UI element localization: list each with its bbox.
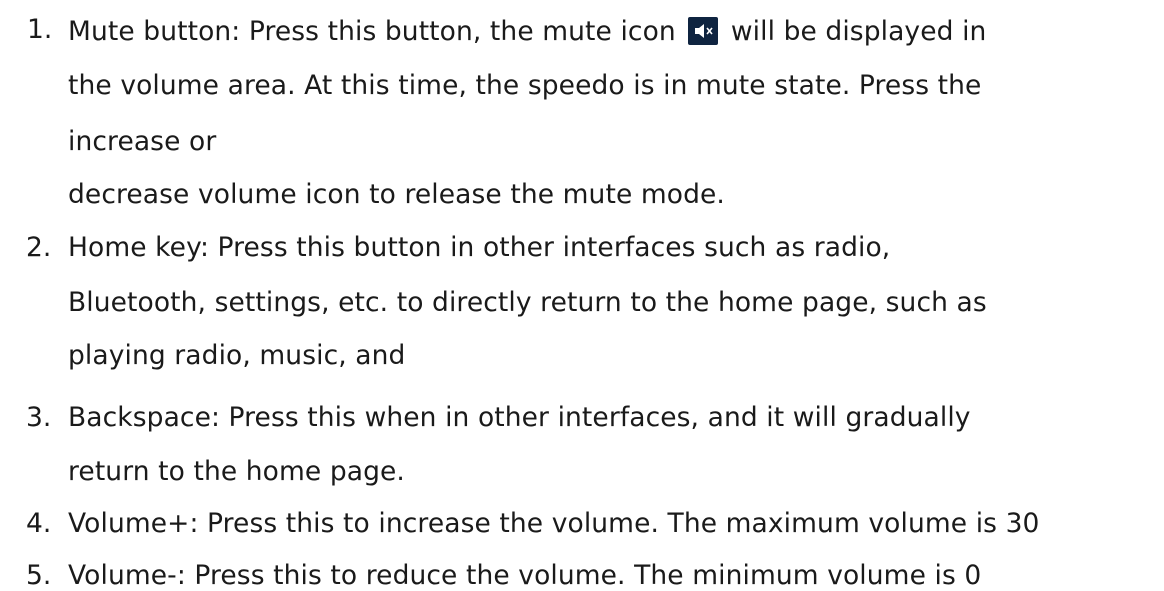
list-item-text-part: will be displayed in	[730, 16, 987, 47]
speaker-muted-icon	[688, 17, 719, 45]
list-item-text: Backspace: Press this when in other inte…	[68, 402, 971, 433]
list-item-text: Bluetooth, settings, etc. to directly re…	[68, 287, 987, 318]
list-number: 1.	[27, 14, 53, 45]
list-item-text-part: Mute button: Press this button, the mute…	[68, 16, 676, 47]
list-number: 2.	[26, 232, 52, 263]
list-item-text: decrease volume icon to release the mute…	[68, 179, 725, 210]
list-item-text: the volume area. At this time, the speed…	[68, 70, 982, 101]
list-number: 3.	[26, 402, 52, 433]
list-item-text: Volume-: Press this to reduce the volume…	[68, 560, 982, 591]
list-item-text: Mute button: Press this button, the mute…	[68, 17, 986, 46]
list-item-text: return to the home page.	[68, 456, 405, 487]
list-item-text: playing radio, music, and	[68, 340, 406, 371]
list-item-text: Volume+: Press this to increase the volu…	[68, 508, 1040, 539]
list-number: 4.	[26, 508, 52, 539]
list-number: 5.	[26, 560, 52, 591]
list-item-text: increase or	[68, 126, 217, 157]
list-item-text: Home key: Press this button in other int…	[68, 232, 891, 263]
